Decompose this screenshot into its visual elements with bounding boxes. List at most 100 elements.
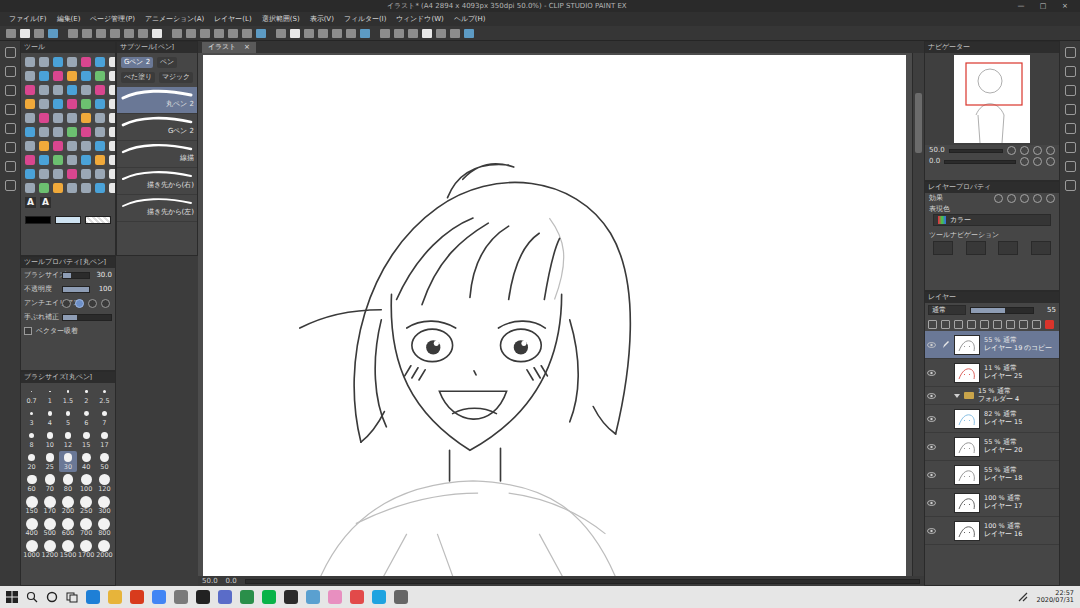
folder-expand-icon[interactable] (954, 394, 960, 398)
taskbar-app-icon[interactable] (306, 590, 320, 604)
command-icon[interactable] (332, 29, 342, 38)
layer-row[interactable]: 100 % 通常レイヤー 17 (925, 489, 1059, 517)
tool-icon[interactable] (67, 85, 77, 95)
tool-icon[interactable] (95, 127, 105, 137)
tool-icon[interactable] (109, 127, 116, 137)
subtool-group-tab[interactable]: ペン (157, 57, 177, 68)
tool-icon[interactable] (67, 183, 77, 193)
effect-icon[interactable] (1033, 194, 1042, 203)
navigator-zoom-value[interactable]: 50.0 (929, 146, 945, 154)
tool-icon[interactable] (53, 127, 63, 137)
command-icon[interactable] (124, 29, 134, 38)
navigator-button-icon[interactable] (1033, 157, 1042, 166)
tool-icon[interactable] (81, 113, 91, 123)
tool-icon[interactable] (109, 71, 116, 81)
menu-item[interactable]: ヘルプ(H) (449, 15, 491, 23)
tool-icon[interactable] (81, 183, 91, 193)
document-close-button[interactable]: × (244, 43, 250, 51)
tool-icon[interactable] (109, 155, 116, 165)
brush-size-preset[interactable]: 150 (23, 495, 40, 516)
tool-icon[interactable] (25, 57, 35, 67)
layer-tool-icon[interactable] (941, 320, 950, 329)
tool-icon[interactable] (53, 85, 63, 95)
command-icon[interactable] (82, 29, 92, 38)
menu-item[interactable]: ページ管理(P) (85, 15, 140, 23)
eye-icon[interactable] (927, 500, 936, 506)
command-icon[interactable] (20, 29, 30, 38)
search-icon[interactable] (26, 591, 38, 603)
tool-icon[interactable] (53, 183, 63, 193)
property-slider[interactable] (62, 272, 90, 279)
tool-icon[interactable] (25, 71, 35, 81)
subtool-item[interactable]: 丸ペン 2 (117, 87, 197, 114)
subtool-group-tab[interactable]: Gペン 2 (121, 57, 153, 68)
antialias-option[interactable] (101, 299, 110, 308)
dock-icon[interactable] (1065, 85, 1076, 96)
command-icon[interactable] (276, 29, 286, 38)
tool-icon[interactable] (81, 141, 91, 151)
brush-size-preset[interactable]: 170 (41, 495, 58, 516)
dock-icon[interactable] (1065, 123, 1076, 134)
tool-navigation-button[interactable] (1031, 241, 1051, 255)
command-icon[interactable] (48, 29, 58, 38)
tool-icon[interactable] (95, 71, 105, 81)
document-tab[interactable]: イラスト× (202, 42, 256, 53)
tool-icon[interactable] (25, 169, 35, 179)
tool-icon[interactable] (25, 99, 35, 109)
command-icon[interactable] (34, 29, 44, 38)
text-tool-icon[interactable]: A (25, 197, 36, 208)
property-slider[interactable] (62, 314, 112, 321)
layer-row[interactable]: 55 % 通常レイヤー 18 (925, 461, 1059, 489)
dock-icon[interactable] (1065, 104, 1076, 115)
tool-icon[interactable] (95, 113, 105, 123)
taskbar-app-icon[interactable] (152, 590, 166, 604)
eye-icon[interactable] (927, 393, 936, 399)
brush-size-preset[interactable]: 500 (41, 517, 58, 538)
tool-icon[interactable] (25, 85, 35, 95)
menu-item[interactable]: 表示(V) (305, 15, 339, 23)
navigator-button-icon[interactable] (1020, 157, 1029, 166)
brush-size-preset[interactable]: 6 (78, 407, 95, 428)
menu-item[interactable]: アニメーション(A) (140, 15, 209, 23)
tool-icon[interactable] (39, 113, 49, 123)
minimize-button[interactable]: — (1010, 2, 1032, 10)
tool-icon[interactable] (81, 71, 91, 81)
tool-icon[interactable] (39, 85, 49, 95)
command-icon[interactable] (214, 29, 224, 38)
command-icon[interactable] (96, 29, 106, 38)
dock-icon[interactable] (5, 123, 16, 134)
network-icon[interactable] (1017, 591, 1029, 603)
tool-navigation-button[interactable] (966, 241, 986, 255)
command-icon[interactable] (346, 29, 356, 38)
command-icon[interactable] (228, 29, 238, 38)
tool-icon[interactable] (67, 155, 77, 165)
tool-icon[interactable] (81, 57, 91, 67)
layer-tool-icon[interactable] (980, 320, 989, 329)
canvas-paper[interactable] (203, 55, 906, 576)
layer-tool-icon[interactable] (1006, 320, 1015, 329)
eye-icon[interactable] (927, 370, 936, 376)
dock-icon[interactable] (5, 66, 16, 77)
command-icon[interactable] (138, 29, 148, 38)
brush-size-preset[interactable]: 1200 (41, 539, 58, 560)
brush-size-preset[interactable]: 120 (96, 473, 113, 494)
layer-row[interactable]: 100 % 通常レイヤー 16 (925, 517, 1059, 545)
dock-icon[interactable] (1065, 142, 1076, 153)
tool-icon[interactable] (53, 155, 63, 165)
tool-icon[interactable] (67, 113, 77, 123)
brush-size-preset[interactable]: 1500 (59, 539, 76, 560)
tool-navigation-button[interactable] (998, 241, 1018, 255)
subtool-item[interactable]: 線描 (117, 141, 197, 168)
tool-icon[interactable] (67, 127, 77, 137)
taskbar-app-icon[interactable] (196, 590, 210, 604)
tool-icon[interactable] (109, 99, 116, 109)
layer-tool-icon[interactable] (928, 320, 937, 329)
dock-icon[interactable] (5, 142, 16, 153)
taskbar-app-icon[interactable] (130, 590, 144, 604)
tool-icon[interactable] (95, 169, 105, 179)
tool-icon[interactable] (39, 99, 49, 109)
tool-icon[interactable] (95, 141, 105, 151)
brush-size-preset[interactable]: 40 (78, 451, 95, 472)
eye-icon[interactable] (927, 444, 936, 450)
close-button[interactable]: × (1054, 2, 1076, 10)
